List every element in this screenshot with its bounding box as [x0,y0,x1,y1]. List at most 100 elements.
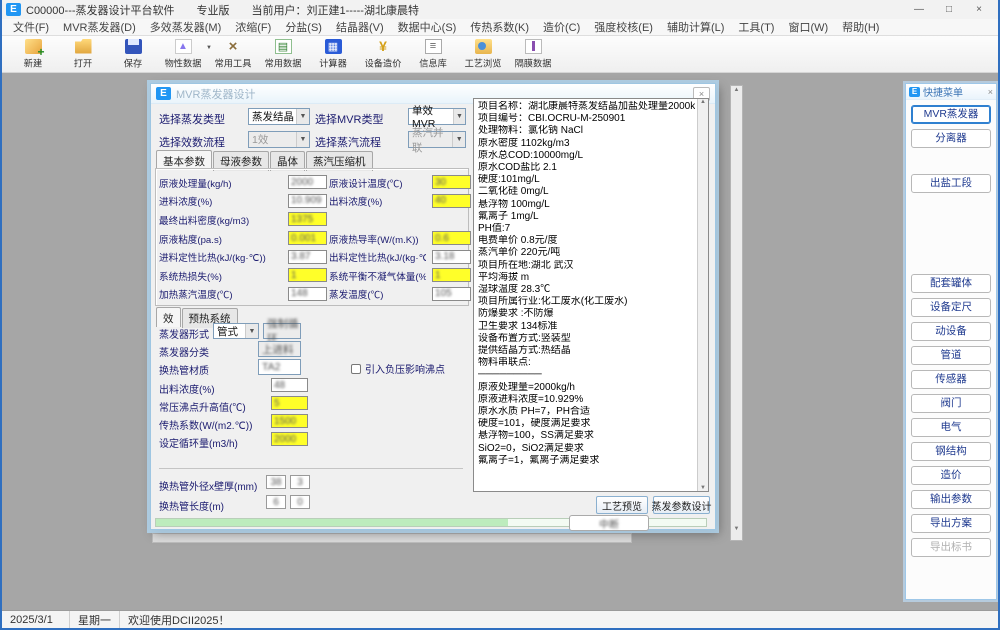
quick-equipment-sizing-button[interactable]: 设备定尺 [911,298,991,317]
menu-file[interactable]: 文件(F) [6,19,56,35]
quick-export-bid-button[interactable]: 导出标书 [911,538,991,557]
tab-effect[interactable]: 效 [156,307,181,327]
scroll-up-icon[interactable]: ▲ [698,99,708,105]
evaporator-form-label: 蒸发器形式 [159,326,209,341]
minimize-button[interactable]: — [904,1,934,18]
quick-salt-section-button[interactable]: 出盐工段 [911,174,991,193]
menu-crystallizer[interactable]: 结晶器(V) [329,19,391,35]
steam-flow-select[interactable]: 蒸汽并联▼ [408,131,466,148]
background-vertical-scrollbar[interactable]: ▲▼ [730,85,743,541]
toolbar-common-tools[interactable]: ×常用工具 [208,39,258,70]
heat-transfer-coeff-input[interactable]: 1500 [271,414,308,428]
quick-steel-structure-button[interactable]: 钢结构 [911,442,991,461]
quick-output-params-button[interactable]: 输出参数 [911,490,991,509]
vacuum-effect-checkbox-row[interactable]: 引入负压影响沸点 [351,361,445,376]
menu-help[interactable]: 帮助(H) [835,19,886,35]
toolbar-common-data[interactable]: ▤常用数据 [258,39,308,70]
toolbar-calculator[interactable]: ▦计算器 [308,39,358,70]
feed-rate-input[interactable]: 2000 [288,175,327,189]
noncondensable-gas-input[interactable]: 1 [432,268,471,282]
circulation-volume-input[interactable]: 2000 [271,432,308,446]
quick-export-plan-button[interactable]: 导出方案 [911,514,991,533]
quick-separator-button[interactable]: 分离器 [911,129,991,148]
feed-specific-heat-input[interactable]: 3.87 [288,250,327,264]
mvr-type-select[interactable]: 单效MVR▼ [408,108,466,125]
toolbar-open[interactable]: 打开 [58,39,108,70]
tube-length-input[interactable]: 6 [266,495,286,509]
tube-length-frac-input[interactable]: 0 [290,495,310,509]
outlet-concentration-input[interactable]: 40 [432,194,471,208]
toolbar-process-view[interactable]: 工艺浏览 [458,39,508,70]
quick-electrical-button[interactable]: 电气 [911,418,991,437]
evap-type-select[interactable]: 蒸发结晶▼ [248,108,310,125]
heating-steam-temp-input[interactable]: 148 [288,287,327,301]
quick-sensors-button[interactable]: 传感器 [911,370,991,389]
quick-valves-button[interactable]: 阀门 [911,394,991,413]
toolbar-physical-data[interactable]: ▲物性数据▼ [158,39,208,70]
tab-basic-params[interactable]: 基本参数 [156,150,212,170]
dialog-logo-icon: E [156,87,171,100]
tube-material-label: 换热管材质 [159,362,209,377]
quick-cost-button[interactable]: 造价 [911,466,991,485]
menu-data-center[interactable]: 数据中心(S) [391,19,464,35]
toolbar-new[interactable]: 新建 [8,39,58,70]
design-temp-input[interactable]: 30 [432,175,471,189]
progress-action-button[interactable]: 中断 [569,515,649,531]
feed-concentration-input[interactable]: 10.909 [288,194,327,208]
info-line: 平均海拔 m [478,272,695,284]
close-button[interactable]: × [964,1,994,18]
quick-menu-close-icon[interactable]: × [988,87,993,97]
heat-loss-input[interactable]: 1 [288,268,327,282]
quick-dynamic-equipment-button[interactable]: 动设备 [911,322,991,341]
toolbar: 新建 打开 保存 ▲物性数据▼ ×常用工具 ▤常用数据 ▦计算器 ¥设备造价 ≡… [2,36,998,73]
process-preview-button[interactable]: 工艺预览 [596,496,648,514]
menu-salt-separation[interactable]: 分盐(S) [278,19,329,35]
tube-length-inputs: 6 0 [266,495,310,509]
scroll-down-icon[interactable]: ▼ [698,485,708,491]
menu-multi-effect[interactable]: 多效蒸发器(M) [143,19,229,35]
info-panel-scrollbar[interactable]: ▲▼ [697,99,708,491]
thermal-conductivity-input[interactable]: 0.6 [432,231,471,245]
field-row: 进料定性比热(kJ/(kg·℃)) 3.87 出料定性比热(kJ/(kg·℃))… [159,247,466,266]
final-density-input[interactable]: 1375 [288,212,327,226]
menu-cost[interactable]: 造价(C) [536,19,587,35]
evaporator-form-select[interactable]: 管式▼ [213,323,259,339]
viscosity-input[interactable]: 0.001 [288,231,327,245]
effect-flow-select[interactable]: 1效▼ [248,131,310,148]
evap-param-design-button[interactable]: 蒸发参数设计 [653,496,710,514]
checkbox-icon[interactable] [351,364,361,374]
toolbar-equipment-price[interactable]: ¥设备造价 [358,39,408,70]
menu-concentration[interactable]: 浓缩(F) [228,19,278,35]
field-label: 原液粘度(pa.s) [159,231,281,245]
info-line: 原水总COD:10000mg/L [478,150,695,162]
quick-tanks-button[interactable]: 配套罐体 [911,274,991,293]
menu-heat-transfer[interactable]: 传热系数(K) [463,19,536,35]
background-horizontal-scrollbar[interactable] [152,533,632,543]
quick-menu-logo-icon: E [909,87,920,97]
maximize-button[interactable]: □ [934,1,964,18]
circulation-mode-select[interactable]: 强制循环 [263,323,301,339]
field-row: 原液粘度(pa.s) 0.001 原液热导率(W/(m.K)) 0.6 [159,229,466,248]
tube-thickness-input[interactable]: 3 [290,475,310,489]
tube-od-input[interactable]: 38 [266,475,286,489]
evaporation-temp-input[interactable]: 105 [432,287,471,301]
toolbar-diaphragm-data[interactable]: 隔膜数据 [508,39,558,70]
outlet-specific-heat-input[interactable]: 3.18 [432,250,471,264]
menu-mvr-evaporator[interactable]: MVR蒸发器(D) [56,19,143,35]
toolbar-info-library[interactable]: ≡信息库 [408,39,458,70]
boiling-point-rise-input[interactable]: 5 [271,396,308,410]
quick-piping-button[interactable]: 管道 [911,346,991,365]
menu-aux-calc[interactable]: 辅助计算(L) [660,19,731,35]
menu-tools[interactable]: 工具(T) [731,19,781,35]
field-label: 出料浓度(%) [329,194,426,208]
current-user-label: 当前用户：刘正建1-----湖北康晨特 [252,2,419,18]
evaporator-class-select[interactable]: 上进料 [258,341,301,357]
sub-out-concentration-input[interactable]: 48 [271,378,308,392]
quick-mvr-evaporator-button[interactable]: MVR蒸发器 [911,105,991,124]
info-line: 原水水质 PH=7，PH合适 [478,406,695,418]
info-line: 湿球温度 28.3℃ [478,284,695,296]
menu-window[interactable]: 窗口(W) [781,19,835,35]
menu-strength-check[interactable]: 强度校核(E) [587,19,660,35]
toolbar-save[interactable]: 保存 [108,39,158,70]
tube-material-select[interactable]: TA2 [258,359,301,375]
